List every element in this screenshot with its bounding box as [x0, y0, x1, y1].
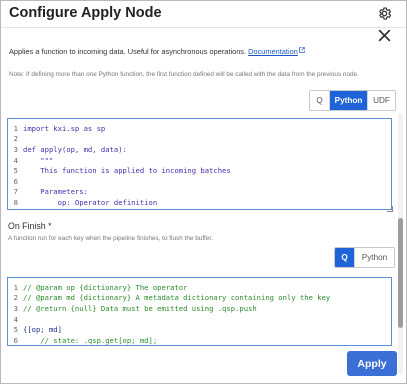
line-number: 6: [13, 176, 18, 186]
description-text: Applies a function to incoming data. Use…: [9, 47, 247, 56]
function-language-toggle: Q Python UDF: [309, 90, 396, 111]
dialog-scrollbar[interactable]: [398, 113, 403, 375]
line-number: 1: [13, 123, 18, 133]
code-line: 6: [8, 176, 391, 187]
gear-icon[interactable]: [377, 6, 392, 21]
code-line: 5 This function is applied to incoming b…: [8, 165, 391, 176]
code-line: 2 // @param md {dictionary} A metadata di…: [8, 293, 391, 304]
on-finish-title: On Finish *: [8, 221, 52, 231]
line-number: 5: [13, 325, 18, 335]
on-finish-code-editor[interactable]: 1// @param op {dictionary} The operator 2…: [7, 277, 392, 346]
apply-button[interactable]: Apply: [347, 351, 397, 376]
line-code: op: Operator definition: [23, 197, 158, 207]
line-code: This function is applied to incoming bat…: [23, 166, 231, 176]
language-option-udf[interactable]: UDF: [368, 91, 395, 110]
line-code: Parameters:: [23, 187, 88, 197]
function-note: Note: If defining more than one Python f…: [9, 71, 359, 78]
code-line: 8 op: Operator definition: [8, 197, 391, 208]
header-divider: [1, 27, 406, 28]
external-link-icon: [299, 47, 305, 53]
line-number: 1: [13, 282, 18, 292]
dialog-title: Configure Apply Node: [9, 5, 162, 21]
code-line: 2: [8, 134, 391, 145]
editor-resize-handle[interactable]: [387, 206, 393, 212]
documentation-link-label: Documentation: [248, 47, 298, 56]
configure-apply-node-dialog: Configure Apply Node Applies a function …: [0, 0, 407, 384]
code-line: 4: [8, 314, 391, 325]
line-number: 3: [13, 144, 18, 154]
language-option-python[interactable]: Python: [330, 91, 368, 110]
function-code-editor[interactable]: 1 import kxi.sp as sp 2 3 def apply(op, md, …: [7, 118, 392, 210]
on-finish-language-toggle: Q Python: [334, 247, 395, 268]
line-number: 2: [13, 293, 18, 303]
on-finish-description: A function run for each key when the pip…: [8, 235, 213, 242]
code-line: 1 // @param op {dictionary} The operator: [8, 282, 391, 293]
line-number: 4: [13, 155, 18, 165]
line-number: 4: [13, 314, 18, 324]
close-icon[interactable]: [378, 29, 391, 42]
line-code: // @return {null} Data must be emitted u…: [23, 303, 257, 313]
code-line: 4 """: [8, 155, 391, 166]
code-line: 3 def apply(op, md, data):: [8, 144, 391, 155]
dialog-description: Applies a function to incoming data. Use…: [9, 47, 305, 56]
line-code: def apply(op, md, data):: [23, 144, 127, 154]
language-option-q[interactable]: Q: [310, 91, 330, 110]
code-line: 1 import kxi.sp as sp: [8, 123, 391, 134]
line-code: import kxi.sp as sp: [23, 123, 106, 133]
line-number: 5: [13, 166, 18, 176]
line-code: """: [23, 155, 54, 165]
line-number: 8: [13, 197, 18, 207]
code-line: 6 // state: .qsp.get[op; md];: [8, 335, 391, 345]
line-number: 3: [13, 303, 18, 313]
scrollbar-thumb[interactable]: [398, 218, 403, 328]
line-number: 2: [13, 134, 18, 144]
line-code: // state: .qsp.get[op; md];: [23, 335, 158, 345]
line-code: // @param op {dictionary} The operator: [23, 282, 188, 292]
language-option-q[interactable]: Q: [335, 248, 355, 267]
line-number: 7: [13, 187, 18, 197]
line-code: {[op; md]: [23, 325, 62, 335]
code-line: 7 Parameters:: [8, 187, 391, 198]
line-number: 6: [13, 335, 18, 345]
language-option-python[interactable]: Python: [355, 248, 394, 267]
code-line: 3 // @return {null} Data must be emitted …: [8, 303, 391, 314]
code-line: 5 {[op; md]: [8, 324, 391, 335]
documentation-link[interactable]: Documentation: [248, 47, 298, 56]
line-code: // @param md {dictionary} A metadata dic…: [23, 293, 331, 303]
